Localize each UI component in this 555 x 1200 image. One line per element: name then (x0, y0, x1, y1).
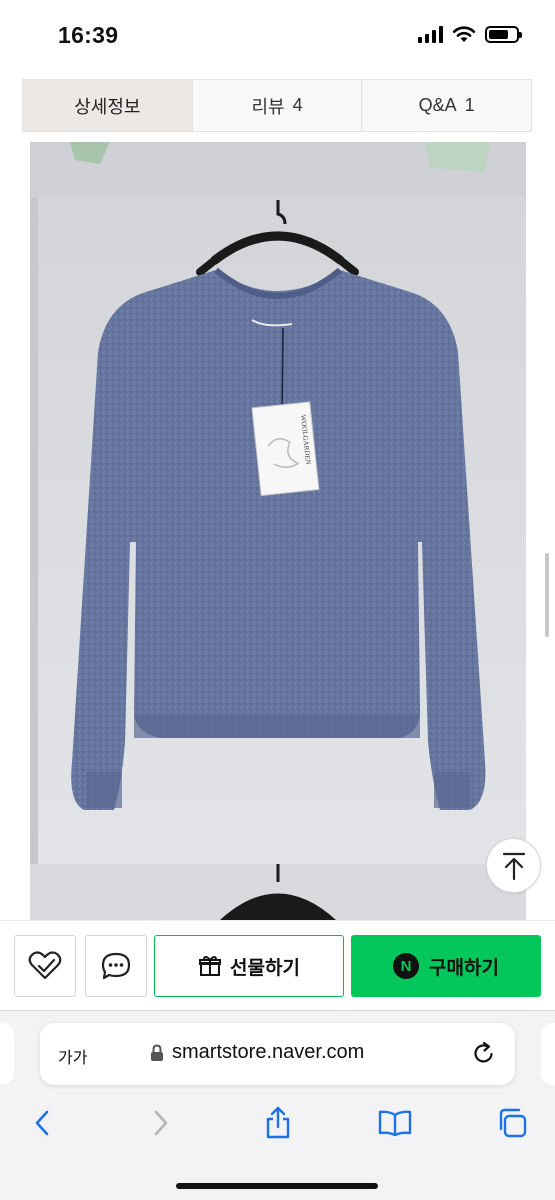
chat-bubble-icon (101, 952, 131, 980)
bookmarks-button[interactable] (375, 1103, 415, 1143)
tab-label: Q&A (418, 95, 457, 115)
scroll-to-top-button[interactable] (486, 838, 541, 893)
tab-count: 1 (464, 95, 475, 115)
gift-button[interactable]: 선물하기 (154, 935, 344, 997)
reload-icon[interactable] (471, 1040, 497, 1066)
naver-pay-badge: N (393, 953, 420, 979)
text-size-button[interactable]: 가가 (58, 1044, 87, 1068)
tab-detail-info[interactable]: 상세정보 (23, 80, 193, 131)
next-tab-peek[interactable] (541, 1023, 555, 1085)
status-bar: 16:39 (0, 0, 555, 78)
gift-label: 선물하기 (230, 957, 300, 979)
tabs-button[interactable] (492, 1103, 532, 1143)
battery-icon (485, 25, 522, 43)
share-icon (266, 1106, 290, 1139)
address-bar[interactable]: 가가 smartstore.naver.com (40, 1023, 515, 1085)
url-text: smartstore.naver.com (172, 1041, 365, 1063)
home-indicator[interactable] (176, 1183, 378, 1189)
wish-button[interactable] (14, 935, 76, 997)
heart-check-icon (28, 951, 62, 980)
product-detail-image: WOOLGARDEN (30, 142, 526, 920)
status-icons (418, 25, 522, 43)
tab-reviews[interactable]: 리뷰 4 (193, 80, 363, 131)
share-button[interactable] (258, 1103, 298, 1143)
tab-qna[interactable]: Q&A 1 (362, 80, 531, 131)
forward-icon (154, 1110, 168, 1136)
talk-button[interactable] (85, 935, 147, 997)
signal-icon (418, 25, 443, 43)
tabs-icon (499, 1108, 527, 1138)
status-time: 16:39 (58, 22, 119, 48)
lock-icon (151, 1043, 163, 1061)
tab-label: 리뷰 (251, 96, 285, 117)
buy-button[interactable]: N 구매하기 (351, 935, 541, 997)
browser-bar: 가가 smartstore.naver.com (0, 1010, 555, 1200)
detail-tabs: 상세정보 리뷰 4 Q&A 1 (22, 79, 532, 132)
scroll-indicator[interactable] (545, 553, 549, 637)
purchase-bar: 선물하기 N 구매하기 (0, 920, 555, 1010)
arrow-up-icon (502, 852, 525, 880)
wifi-icon (452, 26, 476, 42)
browser-toolbar (0, 1103, 555, 1147)
previous-tab-peek[interactable] (0, 1023, 14, 1085)
back-button[interactable] (22, 1103, 62, 1143)
tab-label: 상세정보 (74, 96, 141, 117)
bookmarks-icon (378, 1110, 412, 1137)
back-icon (35, 1110, 49, 1136)
sweater-photo: WOOLGARDEN (30, 142, 526, 920)
forward-button[interactable] (141, 1103, 181, 1143)
url-display[interactable]: smartstore.naver.com (150, 1041, 364, 1064)
buy-label: 구매하기 (429, 957, 499, 979)
gift-icon (199, 955, 222, 976)
tab-count: 4 (292, 95, 303, 115)
